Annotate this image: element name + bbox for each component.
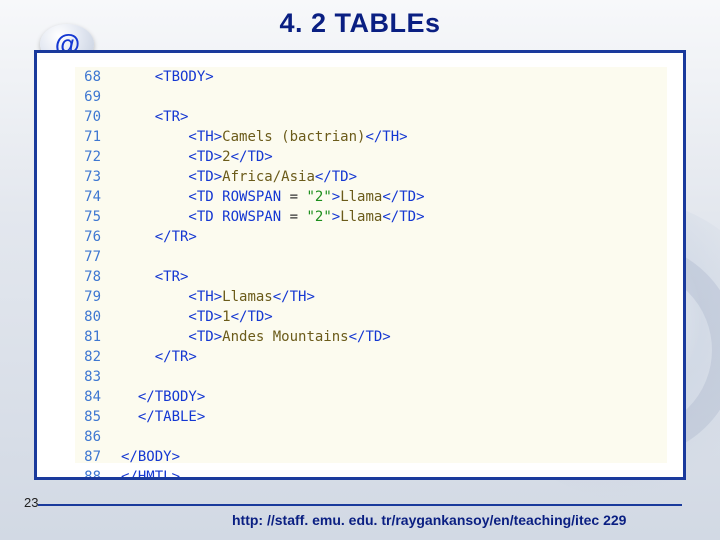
line-content [111,367,667,387]
code-line: 70 <TR> [75,107,667,127]
line-number: 83 [75,367,111,387]
slide-title: 4. 2 TABLEs [0,8,720,39]
code-line: 77 [75,247,667,267]
line-content: <TD ROWSPAN = "2">Llama</TD> [111,207,667,227]
footer-divider [38,504,682,506]
code-block: 68 <TBODY>6970 <TR>71 <TH>Camels (bactri… [75,67,667,463]
code-line: 71 <TH>Camels (bactrian)</TH> [75,127,667,147]
line-content: <TR> [111,107,667,127]
slide: 4. 2 TABLEs @ 68 <TBODY>6970 <TR>71 <TH>… [0,0,720,540]
line-content: <TD>Africa/Asia</TD> [111,167,667,187]
code-line: 75 <TD ROWSPAN = "2">Llama</TD> [75,207,667,227]
line-number: 73 [75,167,111,187]
line-number: 75 [75,207,111,227]
line-content: </TR> [111,347,667,367]
code-line: 84 </TBODY> [75,387,667,407]
code-line: 87</BODY> [75,447,667,467]
line-number: 80 [75,307,111,327]
line-number: 79 [75,287,111,307]
line-number: 68 [75,67,111,87]
line-number: 86 [75,427,111,447]
code-line: 88</HMTL> [75,467,667,480]
line-content: <TD>Andes Mountains</TD> [111,327,667,347]
line-number: 88 [75,467,111,480]
line-content: <TR> [111,267,667,287]
line-content: </BODY> [111,447,667,467]
line-number: 87 [75,447,111,467]
line-content: <TH>Llamas</TH> [111,287,667,307]
line-content: </TR> [111,227,667,247]
code-line: 73 <TD>Africa/Asia</TD> [75,167,667,187]
code-line: 83 [75,367,667,387]
line-content [111,247,667,267]
code-line: 72 <TD>2</TD> [75,147,667,167]
line-number: 85 [75,407,111,427]
code-line: 69 [75,87,667,107]
line-number: 74 [75,187,111,207]
line-content: </HMTL> [111,467,667,480]
footer-url: http: //staff. emu. edu. tr/raygankansoy… [232,512,626,528]
line-number: 70 [75,107,111,127]
line-content: <TH>Camels (bactrian)</TH> [111,127,667,147]
line-number: 77 [75,247,111,267]
line-content: </TBODY> [111,387,667,407]
line-number: 76 [75,227,111,247]
line-content: <TD>2</TD> [111,147,667,167]
code-line: 76 </TR> [75,227,667,247]
line-number: 81 [75,327,111,347]
slide-number: 23 [24,495,38,510]
line-number: 84 [75,387,111,407]
code-line: 81 <TD>Andes Mountains</TD> [75,327,667,347]
line-content: </TABLE> [111,407,667,427]
line-number: 82 [75,347,111,367]
content-panel: 68 <TBODY>6970 <TR>71 <TH>Camels (bactri… [34,50,686,480]
code-line: 78 <TR> [75,267,667,287]
line-content [111,87,667,107]
code-line: 82 </TR> [75,347,667,367]
line-number: 71 [75,127,111,147]
line-content: <TD>1</TD> [111,307,667,327]
code-line: 79 <TH>Llamas</TH> [75,287,667,307]
code-line: 68 <TBODY> [75,67,667,87]
code-line: 86 [75,427,667,447]
line-content: <TD ROWSPAN = "2">Llama</TD> [111,187,667,207]
code-line: 85 </TABLE> [75,407,667,427]
line-number: 69 [75,87,111,107]
line-number: 78 [75,267,111,287]
code-line: 80 <TD>1</TD> [75,307,667,327]
line-content: <TBODY> [111,67,667,87]
line-number: 72 [75,147,111,167]
line-content [111,427,667,447]
code-line: 74 <TD ROWSPAN = "2">Llama</TD> [75,187,667,207]
